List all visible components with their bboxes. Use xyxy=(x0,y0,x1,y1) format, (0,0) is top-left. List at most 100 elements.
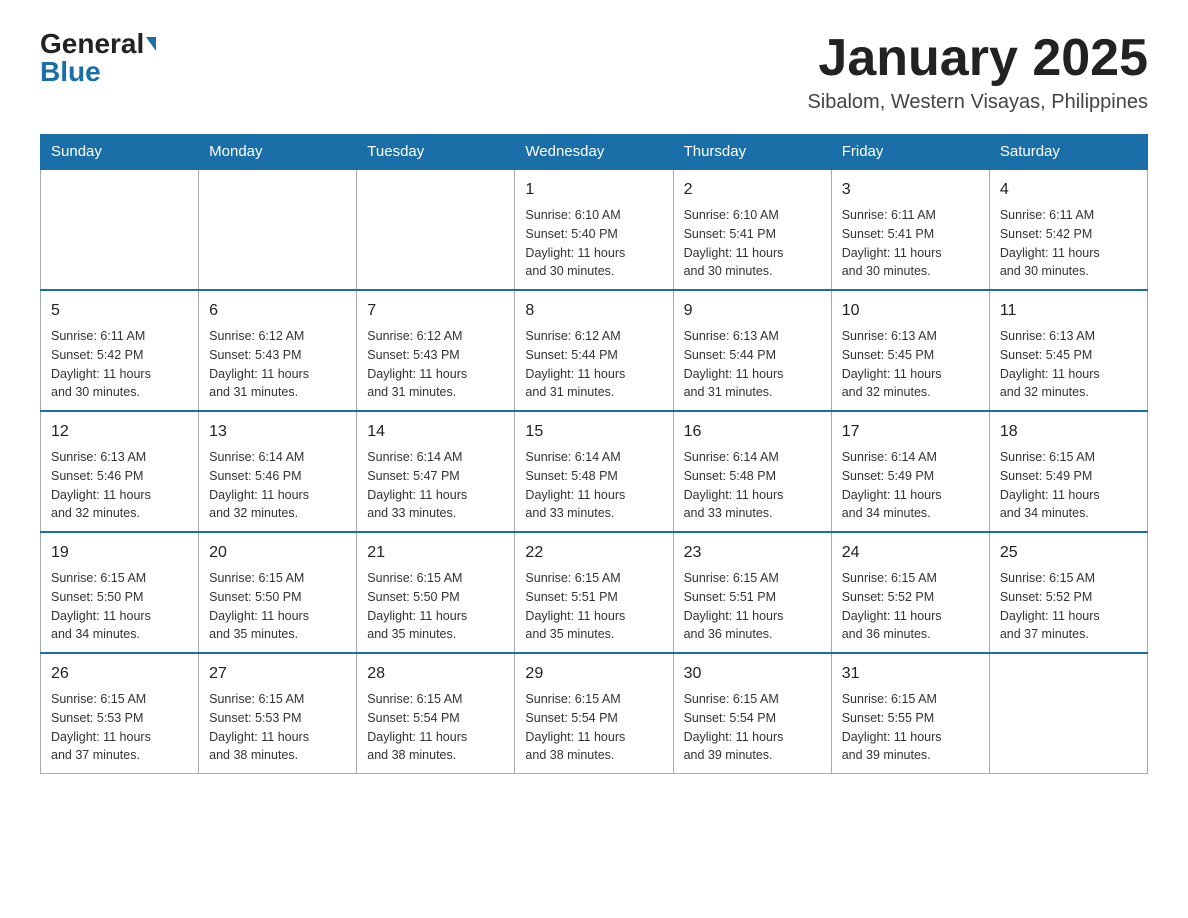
day-number: 21 xyxy=(367,541,504,565)
calendar-header-saturday: Saturday xyxy=(989,135,1147,170)
day-number: 12 xyxy=(51,420,188,444)
calendar-header-row: SundayMondayTuesdayWednesdayThursdayFrid… xyxy=(41,135,1148,170)
day-info: Sunrise: 6:13 AM Sunset: 5:45 PM Dayligh… xyxy=(842,327,979,402)
day-number: 22 xyxy=(525,541,662,565)
calendar-cell: 14 Sunrise: 6:14 AM Sunset: 5:47 PM Dayli… xyxy=(357,411,515,532)
calendar-cell: 6 Sunrise: 6:12 AM Sunset: 5:43 PM Daylig… xyxy=(199,290,357,411)
day-info: Sunrise: 6:15 AM Sunset: 5:54 PM Dayligh… xyxy=(367,690,504,765)
logo-general-text: General xyxy=(40,30,144,58)
calendar-cell: 13 Sunrise: 6:14 AM Sunset: 5:46 PM Dayli… xyxy=(199,411,357,532)
day-info: Sunrise: 6:15 AM Sunset: 5:54 PM Dayligh… xyxy=(525,690,662,765)
day-number: 28 xyxy=(367,662,504,686)
day-info: Sunrise: 6:15 AM Sunset: 5:54 PM Dayligh… xyxy=(684,690,821,765)
day-number: 31 xyxy=(842,662,979,686)
calendar-cell: 28 Sunrise: 6:15 AM Sunset: 5:54 PM Dayli… xyxy=(357,653,515,774)
day-info: Sunrise: 6:15 AM Sunset: 5:50 PM Dayligh… xyxy=(209,569,346,644)
day-info: Sunrise: 6:15 AM Sunset: 5:52 PM Dayligh… xyxy=(1000,569,1137,644)
calendar-cell: 17 Sunrise: 6:14 AM Sunset: 5:49 PM Dayli… xyxy=(831,411,989,532)
calendar-cell: 29Sunrise: 6:15 AM Sunset: 5:54 PM Dayli… xyxy=(515,653,673,774)
day-info: Sunrise: 6:14 AM Sunset: 5:49 PM Dayligh… xyxy=(842,448,979,523)
day-number: 24 xyxy=(842,541,979,565)
day-info: Sunrise: 6:15 AM Sunset: 5:50 PM Dayligh… xyxy=(367,569,504,644)
day-number: 10 xyxy=(842,299,979,323)
day-info: Sunrise: 6:15 AM Sunset: 5:49 PM Dayligh… xyxy=(1000,448,1137,523)
day-info: Sunrise: 6:14 AM Sunset: 5:48 PM Dayligh… xyxy=(684,448,821,523)
calendar-cell: 7Sunrise: 6:12 AM Sunset: 5:43 PM Daylig… xyxy=(357,290,515,411)
week-row-4: 19 Sunrise: 6:15 AM Sunset: 5:50 PM Dayli… xyxy=(41,532,1148,653)
day-number: 16 xyxy=(684,420,821,444)
day-number: 15 xyxy=(525,420,662,444)
calendar-cell: 23Sunrise: 6:15 AM Sunset: 5:51 PM Dayli… xyxy=(673,532,831,653)
day-info: Sunrise: 6:11 AM Sunset: 5:42 PM Dayligh… xyxy=(51,327,188,402)
day-number: 7 xyxy=(367,299,504,323)
calendar-cell: 9Sunrise: 6:13 AM Sunset: 5:44 PM Daylig… xyxy=(673,290,831,411)
calendar-cell xyxy=(989,653,1147,774)
day-info: Sunrise: 6:15 AM Sunset: 5:51 PM Dayligh… xyxy=(525,569,662,644)
day-number: 3 xyxy=(842,178,979,202)
day-info: Sunrise: 6:13 AM Sunset: 5:46 PM Dayligh… xyxy=(51,448,188,523)
calendar-cell: 30 Sunrise: 6:15 AM Sunset: 5:54 PM Dayli… xyxy=(673,653,831,774)
calendar-cell: 3 Sunrise: 6:11 AM Sunset: 5:41 PM Daylig… xyxy=(831,169,989,290)
calendar-cell: 12 Sunrise: 6:13 AM Sunset: 5:46 PM Dayli… xyxy=(41,411,199,532)
logo-blue-text: Blue xyxy=(40,56,101,87)
calendar-cell xyxy=(357,169,515,290)
day-info: Sunrise: 6:11 AM Sunset: 5:42 PM Dayligh… xyxy=(1000,206,1137,281)
calendar-cell: 20Sunrise: 6:15 AM Sunset: 5:50 PM Dayli… xyxy=(199,532,357,653)
day-info: Sunrise: 6:11 AM Sunset: 5:41 PM Dayligh… xyxy=(842,206,979,281)
day-info: Sunrise: 6:15 AM Sunset: 5:55 PM Dayligh… xyxy=(842,690,979,765)
calendar-table: SundayMondayTuesdayWednesdayThursdayFrid… xyxy=(40,134,1148,774)
day-number: 26 xyxy=(51,662,188,686)
day-number: 23 xyxy=(684,541,821,565)
calendar-cell: 11 Sunrise: 6:13 AM Sunset: 5:45 PM Dayli… xyxy=(989,290,1147,411)
day-info: Sunrise: 6:15 AM Sunset: 5:50 PM Dayligh… xyxy=(51,569,188,644)
day-number: 1 xyxy=(525,178,662,202)
day-number: 18 xyxy=(1000,420,1137,444)
day-info: Sunrise: 6:14 AM Sunset: 5:48 PM Dayligh… xyxy=(525,448,662,523)
calendar-header-thursday: Thursday xyxy=(673,135,831,170)
page-header: General Blue January 2025 Sibalom, Weste… xyxy=(40,30,1148,114)
day-info: Sunrise: 6:13 AM Sunset: 5:44 PM Dayligh… xyxy=(684,327,821,402)
day-info: Sunrise: 6:10 AM Sunset: 5:41 PM Dayligh… xyxy=(684,206,821,281)
calendar-cell: 10 Sunrise: 6:13 AM Sunset: 5:45 PM Dayli… xyxy=(831,290,989,411)
month-title: January 2025 xyxy=(807,30,1148,87)
week-row-5: 26 Sunrise: 6:15 AM Sunset: 5:53 PM Dayli… xyxy=(41,653,1148,774)
calendar-cell xyxy=(41,169,199,290)
day-info: Sunrise: 6:14 AM Sunset: 5:47 PM Dayligh… xyxy=(367,448,504,523)
week-row-2: 5 Sunrise: 6:11 AM Sunset: 5:42 PM Daylig… xyxy=(41,290,1148,411)
calendar-cell: 4 Sunrise: 6:11 AM Sunset: 5:42 PM Daylig… xyxy=(989,169,1147,290)
day-info: Sunrise: 6:15 AM Sunset: 5:53 PM Dayligh… xyxy=(209,690,346,765)
calendar-cell: 19 Sunrise: 6:15 AM Sunset: 5:50 PM Dayli… xyxy=(41,532,199,653)
day-number: 6 xyxy=(209,299,346,323)
day-number: 13 xyxy=(209,420,346,444)
week-row-1: 1Sunrise: 6:10 AM Sunset: 5:40 PM Daylig… xyxy=(41,169,1148,290)
calendar-cell: 16 Sunrise: 6:14 AM Sunset: 5:48 PM Dayli… xyxy=(673,411,831,532)
calendar-header-sunday: Sunday xyxy=(41,135,199,170)
day-number: 4 xyxy=(1000,178,1137,202)
calendar-cell: 8Sunrise: 6:12 AM Sunset: 5:44 PM Daylig… xyxy=(515,290,673,411)
logo: General Blue xyxy=(40,30,156,86)
day-number: 14 xyxy=(367,420,504,444)
calendar-cell: 2 Sunrise: 6:10 AM Sunset: 5:41 PM Daylig… xyxy=(673,169,831,290)
day-number: 11 xyxy=(1000,299,1137,323)
calendar-cell: 25 Sunrise: 6:15 AM Sunset: 5:52 PM Dayli… xyxy=(989,532,1147,653)
calendar-header-wednesday: Wednesday xyxy=(515,135,673,170)
day-info: Sunrise: 6:12 AM Sunset: 5:43 PM Dayligh… xyxy=(209,327,346,402)
calendar-cell: 1Sunrise: 6:10 AM Sunset: 5:40 PM Daylig… xyxy=(515,169,673,290)
calendar-cell: 27 Sunrise: 6:15 AM Sunset: 5:53 PM Dayli… xyxy=(199,653,357,774)
day-info: Sunrise: 6:13 AM Sunset: 5:45 PM Dayligh… xyxy=(1000,327,1137,402)
day-number: 5 xyxy=(51,299,188,323)
calendar-cell: 21 Sunrise: 6:15 AM Sunset: 5:50 PM Dayli… xyxy=(357,532,515,653)
calendar-cell: 22 Sunrise: 6:15 AM Sunset: 5:51 PM Dayli… xyxy=(515,532,673,653)
day-info: Sunrise: 6:14 AM Sunset: 5:46 PM Dayligh… xyxy=(209,448,346,523)
calendar-header-monday: Monday xyxy=(199,135,357,170)
day-number: 2 xyxy=(684,178,821,202)
week-row-3: 12 Sunrise: 6:13 AM Sunset: 5:46 PM Dayli… xyxy=(41,411,1148,532)
day-number: 30 xyxy=(684,662,821,686)
day-number: 19 xyxy=(51,541,188,565)
day-info: Sunrise: 6:15 AM Sunset: 5:52 PM Dayligh… xyxy=(842,569,979,644)
day-number: 25 xyxy=(1000,541,1137,565)
day-number: 27 xyxy=(209,662,346,686)
calendar-cell xyxy=(199,169,357,290)
day-number: 17 xyxy=(842,420,979,444)
title-section: January 2025 Sibalom, Western Visayas, P… xyxy=(807,30,1148,114)
